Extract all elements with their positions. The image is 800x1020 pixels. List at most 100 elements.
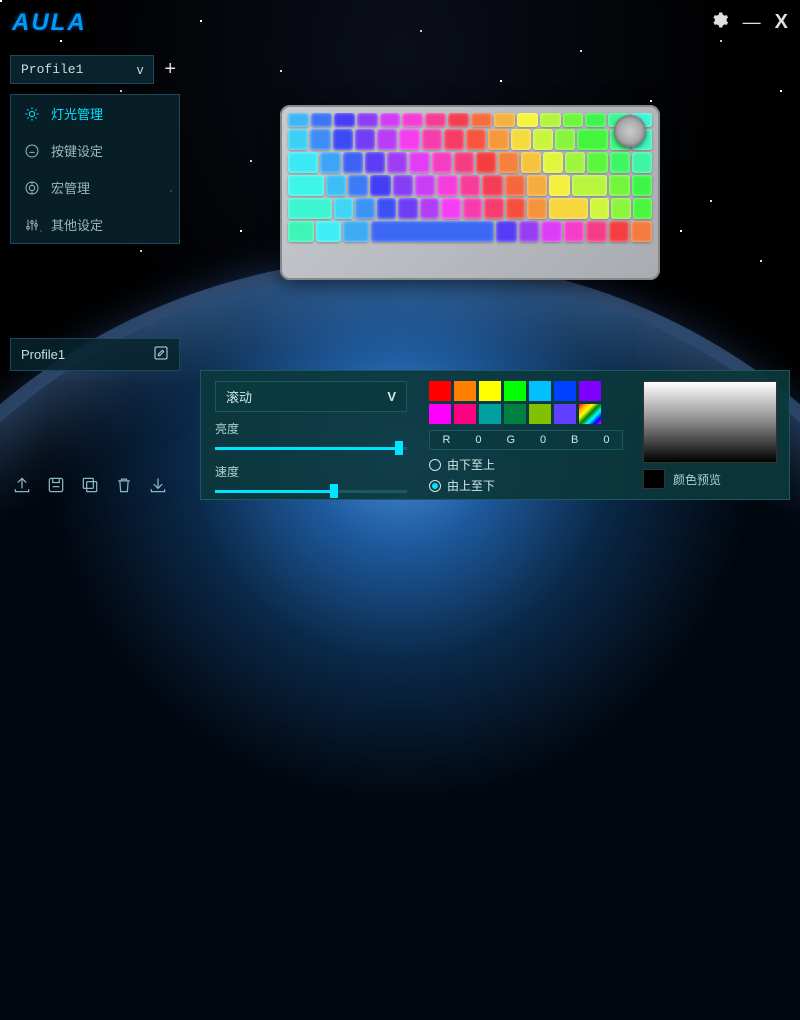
color-swatch-0[interactable]: [429, 381, 451, 401]
delete-icon[interactable]: [114, 475, 134, 500]
color-preview-label: 颜色预览: [673, 471, 721, 488]
brightness-icon: [23, 105, 41, 123]
key: [454, 152, 474, 173]
edit-icon[interactable]: [153, 345, 169, 364]
brightness-slider[interactable]: [215, 441, 407, 455]
key: [377, 198, 396, 219]
key: [355, 129, 375, 150]
save-icon[interactable]: [46, 475, 66, 500]
key: [517, 113, 538, 127]
key: [348, 175, 368, 196]
key: [420, 198, 439, 219]
profile-dropdown[interactable]: Profile1 v: [10, 55, 154, 84]
key: [402, 113, 423, 127]
rgb-display[interactable]: R0 G0 B0: [429, 430, 623, 450]
key: [288, 221, 314, 242]
key: [586, 221, 607, 242]
color-swatch-11[interactable]: [529, 404, 551, 424]
key: [527, 198, 546, 219]
sidebar-item-label: 其他设定: [51, 215, 103, 234]
key: [370, 175, 390, 196]
close-button[interactable]: X: [775, 11, 788, 34]
key: [565, 152, 585, 173]
effect-dropdown[interactable]: 滚动 V: [215, 381, 407, 412]
add-profile-button[interactable]: +: [160, 58, 180, 81]
color-swatch-9[interactable]: [479, 404, 501, 424]
key: [425, 113, 446, 127]
key: [387, 152, 407, 173]
key: [549, 198, 588, 219]
color-swatch-7[interactable]: [429, 404, 451, 424]
key: [365, 152, 385, 173]
upload-icon[interactable]: [12, 475, 32, 500]
key: [288, 129, 308, 150]
key: [320, 152, 340, 173]
profile-name-row[interactable]: Profile1: [10, 338, 180, 371]
speed-label: 速度: [215, 463, 407, 480]
color-swatch-6[interactable]: [579, 381, 601, 401]
brightness-label: 亮度: [215, 420, 407, 437]
direction-radio-1[interactable]: 由上至下: [429, 477, 623, 494]
sidebar-item-2[interactable]: 宏管理: [11, 169, 179, 206]
key: [393, 175, 413, 196]
export-icon[interactable]: [148, 475, 168, 500]
chevron-down-icon: V: [387, 389, 396, 404]
sidebar-item-label: 灯光管理: [51, 104, 103, 123]
key: [498, 152, 518, 173]
key: [521, 152, 541, 173]
sidebar-item-1[interactable]: 按键设定: [11, 132, 179, 169]
key: [460, 175, 480, 196]
sidebar-item-3[interactable]: 其他设定: [11, 206, 179, 243]
color-swatch-1[interactable]: [454, 381, 476, 401]
key: [484, 198, 503, 219]
key: [527, 175, 547, 196]
key: [415, 175, 435, 196]
color-swatch-13[interactable]: [579, 404, 601, 424]
key: [555, 129, 575, 150]
key: [466, 129, 486, 150]
key: [590, 198, 609, 219]
copy-icon[interactable]: [80, 475, 100, 500]
color-swatch-5[interactable]: [554, 381, 576, 401]
key: [572, 175, 608, 196]
key: [463, 198, 482, 219]
chevron-down-icon: v: [137, 62, 144, 77]
key: [310, 129, 330, 150]
minimize-button[interactable]: —: [743, 12, 761, 33]
key: [377, 129, 397, 150]
color-swatch-4[interactable]: [529, 381, 551, 401]
key: [533, 129, 553, 150]
color-swatches: [429, 381, 623, 424]
speed-slider[interactable]: [215, 484, 407, 498]
key: [441, 198, 460, 219]
key: [633, 198, 652, 219]
key: [563, 113, 584, 127]
key: [519, 221, 540, 242]
key: [549, 175, 569, 196]
settings-icon[interactable]: [711, 11, 729, 34]
key: [311, 113, 332, 127]
key: [326, 175, 346, 196]
color-swatch-10[interactable]: [504, 404, 526, 424]
key: [399, 129, 419, 150]
color-swatch-8[interactable]: [454, 404, 476, 424]
sidebar-item-0[interactable]: 灯光管理: [11, 95, 179, 132]
rotary-knob: [614, 115, 646, 147]
key: [632, 152, 652, 173]
key: [444, 129, 464, 150]
color-gradient-picker[interactable]: [643, 381, 777, 463]
control-panel: 滚动 V 亮度 速度 R0 G0 B0 由下至上由上至下: [200, 370, 790, 500]
key: [357, 113, 378, 127]
color-swatch-3[interactable]: [504, 381, 526, 401]
macro-icon: [23, 179, 41, 197]
key: [334, 198, 353, 219]
key: [398, 198, 417, 219]
color-swatch-2[interactable]: [479, 381, 501, 401]
key: [380, 113, 401, 127]
key: [494, 113, 515, 127]
direction-radio-0[interactable]: 由下至上: [429, 456, 623, 473]
sidebar-item-label: 按键设定: [51, 141, 103, 160]
color-swatch-12[interactable]: [554, 404, 576, 424]
key: [488, 129, 508, 150]
key: [505, 175, 525, 196]
